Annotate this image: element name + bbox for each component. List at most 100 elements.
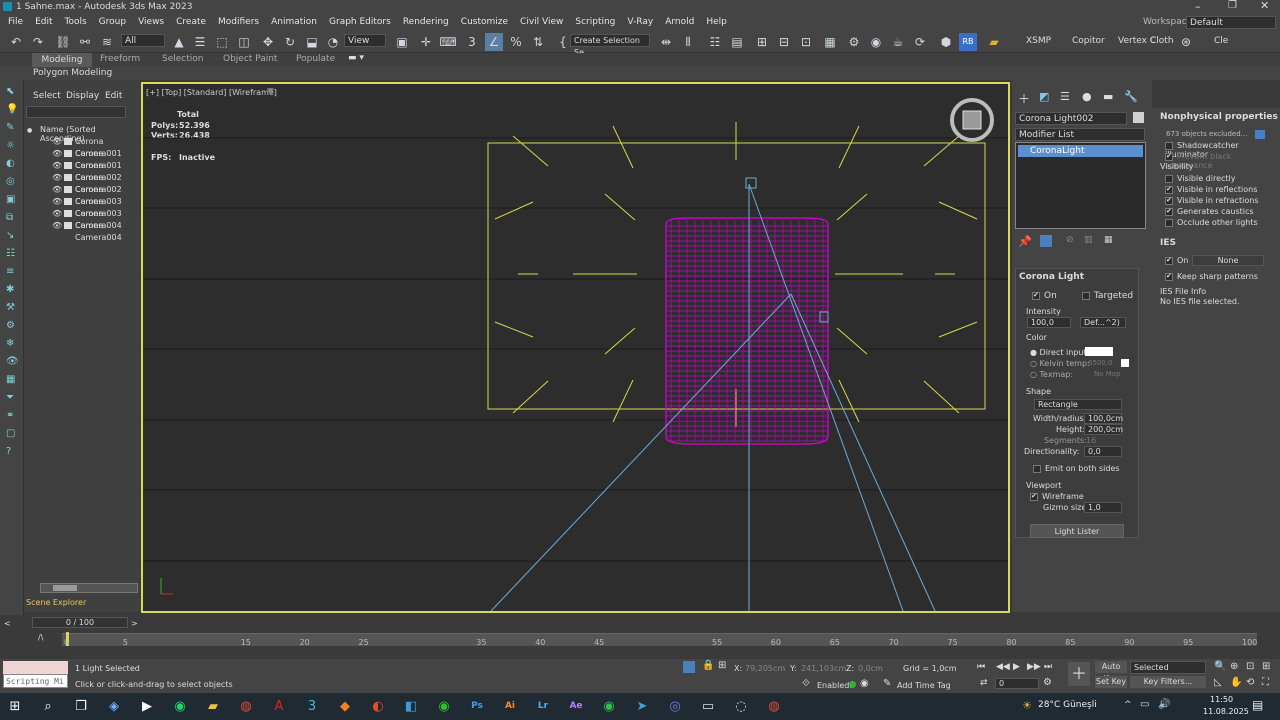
tab-display[interactable]: Display [66, 91, 99, 101]
selection-set-dropdown[interactable]: Create Selection Se [570, 34, 650, 57]
copilot-icon[interactable]: ◈ [101, 693, 127, 720]
task-view-icon[interactable]: ❐ [68, 693, 94, 720]
viewport-scene[interactable] [143, 84, 1008, 611]
window-crossing-icon[interactable]: ◫ [235, 33, 253, 51]
object-name-field[interactable]: Corona Light002 [1015, 112, 1127, 125]
add-time-tag[interactable]: Add Time Tag [897, 681, 951, 690]
motion-tab-icon[interactable]: ● [1082, 90, 1092, 103]
directionality-spinner[interactable]: 0,0 [1084, 446, 1122, 457]
scale-icon[interactable]: ⬓ [303, 33, 321, 51]
plugin-icon[interactable]: ⊛ [1177, 33, 1195, 51]
volume-icon[interactable]: 🔊 [1158, 699, 1170, 710]
menu-item[interactable]: Animation [265, 15, 323, 30]
remove-modifier-icon[interactable]: ▥ [1084, 235, 1093, 245]
align-icon[interactable]: ⫴ [679, 33, 697, 51]
selection-filter-dropdown[interactable]: All [121, 34, 165, 47]
menu-item[interactable]: Modifiers [212, 15, 265, 30]
sphere-icon[interactable]: ◐ [6, 158, 15, 169]
time-tag-icon[interactable]: ◉ [860, 678, 869, 689]
material-editor-icon[interactable]: ⊡ [797, 33, 815, 51]
notification-icon[interactable]: ▤ [1252, 698, 1263, 712]
emit-both-checkbox[interactable]: Emit on both sides [1033, 464, 1120, 473]
shape-dropdown[interactable]: Rectangle [1034, 399, 1122, 410]
tab-select[interactable]: Select [33, 91, 61, 101]
absolute-mode-icon[interactable]: ⊞ [718, 660, 726, 671]
pin-stack-icon[interactable]: 📌 [1018, 235, 1032, 248]
whatsapp-icon[interactable]: ◉ [596, 693, 622, 720]
menu-item[interactable]: Help [700, 15, 733, 30]
mirror-icon[interactable]: ⇹ [657, 33, 675, 51]
unlink-icon[interactable]: ⚯ [76, 33, 94, 51]
object-color-swatch[interactable] [1133, 112, 1144, 123]
illustrator-icon[interactable]: Ai [497, 693, 523, 720]
intensity-unit-dropdown[interactable]: Def...^2) [1080, 317, 1126, 328]
list-item[interactable]: 👁 Corona Camera002 [24, 160, 140, 182]
display-icon[interactable]: ▣ [6, 194, 15, 205]
list-item[interactable]: 👁 Corona Camera003 [24, 196, 140, 218]
toggle-ribbon-icon[interactable]: ▤ [728, 33, 746, 51]
sun-icon[interactable]: ☼ [6, 140, 15, 151]
xsmp-button[interactable]: XSMP [1022, 34, 1055, 49]
cle-button[interactable]: Cle [1210, 34, 1232, 49]
network-icon[interactable]: ▭ [1140, 699, 1149, 710]
key-selection-dropdown[interactable]: Selected [1130, 661, 1206, 674]
stack-item-coronalight[interactable]: CoronaLight [1018, 145, 1143, 157]
exclude-list-icon[interactable] [1255, 130, 1265, 139]
telegram-icon[interactable]: ➤ [629, 693, 655, 720]
light-lister-button[interactable]: Light Lister [1030, 524, 1124, 538]
scripting-mini-listener[interactable]: Scripting Mi [3, 674, 68, 688]
render-production-icon[interactable]: ⟳ [911, 33, 929, 51]
monitor-icon[interactable]: ▭ [695, 693, 721, 720]
place-icon[interactable]: ◔ [324, 33, 342, 51]
exclude-button[interactable]: 673 objects excluded... [1166, 130, 1247, 138]
select-object-icon[interactable]: ▲ [170, 33, 188, 51]
plugin-folder-icon[interactable]: ▰ [985, 33, 1003, 51]
isolate-selection-icon[interactable] [683, 661, 695, 673]
time-config-icon[interactable]: ⚙ [1043, 677, 1052, 688]
height-spinner[interactable]: 200,0cm [1084, 424, 1123, 435]
visible-reflections-checkbox[interactable]: Visible in reflections [1165, 185, 1257, 194]
visibility-eye-icon[interactable]: 👁 [52, 136, 62, 148]
list-item[interactable]: 👁 Corona Camera001 [24, 148, 140, 170]
track-bar-icon[interactable]: /\ [38, 633, 43, 642]
configure-sets-icon[interactable]: ▦ [1104, 235, 1113, 245]
play-icon[interactable]: ▶ [1013, 662, 1020, 672]
close-icon[interactable]: ✕ [1260, 0, 1269, 12]
set-key-big-icon[interactable]: ＋ [1068, 662, 1090, 686]
gizmo-spinner[interactable]: 1,0 [1084, 502, 1122, 513]
tab-selection[interactable]: Selection [162, 54, 203, 64]
search-icon[interactable]: ⌕ [35, 693, 61, 720]
maximize-viewport-icon[interactable]: ⛶ [1262, 677, 1269, 688]
tray-chevron-icon[interactable]: ^ [1124, 700, 1132, 710]
ies-on-checkbox[interactable]: On [1165, 256, 1188, 265]
eye-icon[interactable]: 👁 [6, 356, 19, 367]
modifier-stack[interactable]: CoronaLight [1015, 142, 1146, 229]
show-end-result-icon[interactable] [1040, 235, 1052, 247]
modifier-list-dropdown[interactable]: Modifier List [1015, 128, 1145, 141]
list-item[interactable]: 👁 Corona Camera003 [24, 184, 140, 206]
list-item[interactable]: 👁 Corona Camera002 [24, 172, 140, 194]
spinner-snap-icon[interactable]: ⇅ [529, 33, 547, 51]
list-item[interactable]: 👁 Corona Camera004 [24, 220, 140, 242]
corona-icon[interactable]: ⬢ [937, 33, 955, 51]
app-icon[interactable]: ◉ [431, 693, 457, 720]
visibility-eye-icon[interactable]: 👁 [52, 220, 62, 232]
menu-item[interactable]: Rendering [397, 15, 455, 30]
visibility-eye-icon[interactable]: 👁 [52, 172, 62, 184]
select-by-name-icon[interactable]: ☰ [191, 33, 209, 51]
create-tab-icon[interactable]: ＋ [1018, 90, 1030, 107]
x-coordinate[interactable]: 79,205cm [745, 664, 785, 673]
visibility-eye-icon[interactable]: 👁 [52, 148, 62, 160]
tab-freeform[interactable]: Freeform [100, 54, 140, 64]
goto-start-icon[interactable]: ⏮ [977, 662, 985, 672]
render-iterative-icon[interactable]: ☕ [889, 33, 907, 51]
snaps-toggle-icon[interactable]: 3 [463, 33, 481, 51]
layer-explorer-icon[interactable]: ☷ [706, 33, 724, 51]
menu-item[interactable]: Views [132, 15, 170, 30]
ies-title[interactable]: IES [1160, 238, 1176, 248]
wrench-icon[interactable]: ⚒ [6, 302, 15, 313]
tab-object-paint[interactable]: Object Paint [223, 54, 277, 64]
rotate-icon[interactable]: ↻ [281, 33, 299, 51]
ies-file-button[interactable]: None [1192, 255, 1264, 266]
pan-icon[interactable]: ✋ [1230, 677, 1242, 688]
